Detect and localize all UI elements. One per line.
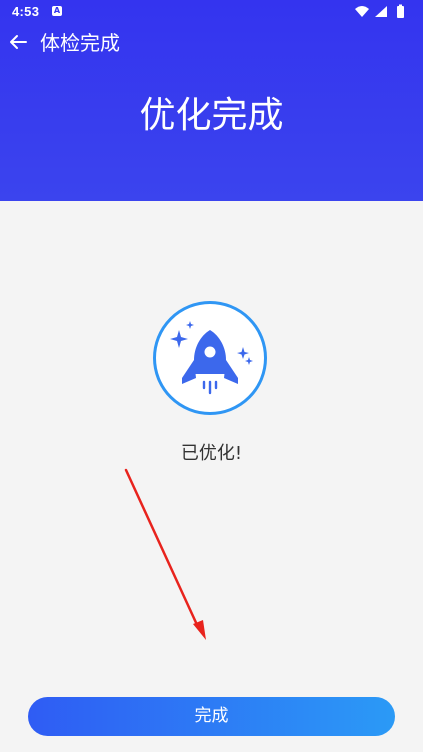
back-arrow-icon[interactable] [6, 30, 30, 54]
status-icons [355, 4, 404, 18]
result-badge [153, 301, 267, 415]
result-message: 已优化! [180, 443, 243, 464]
signal-icon [375, 6, 387, 17]
page-title: 优化完成 [139, 95, 284, 136]
sparkle-icon [170, 330, 188, 348]
a-icon: A [52, 6, 62, 16]
wifi-icon [355, 6, 369, 17]
rocket-icon [170, 321, 253, 395]
toolbar: 体检完成 [0, 24, 423, 64]
battery-icon [397, 4, 404, 18]
done-button[interactable]: 完成 [28, 697, 395, 736]
status-time: 4:53 [12, 4, 40, 19]
toolbar-title: 体检完成 [40, 31, 120, 55]
header-banner: 4:53 A 体检完成 优化完成 [0, 0, 423, 201]
status-bar: 4:53 A [0, 0, 423, 24]
